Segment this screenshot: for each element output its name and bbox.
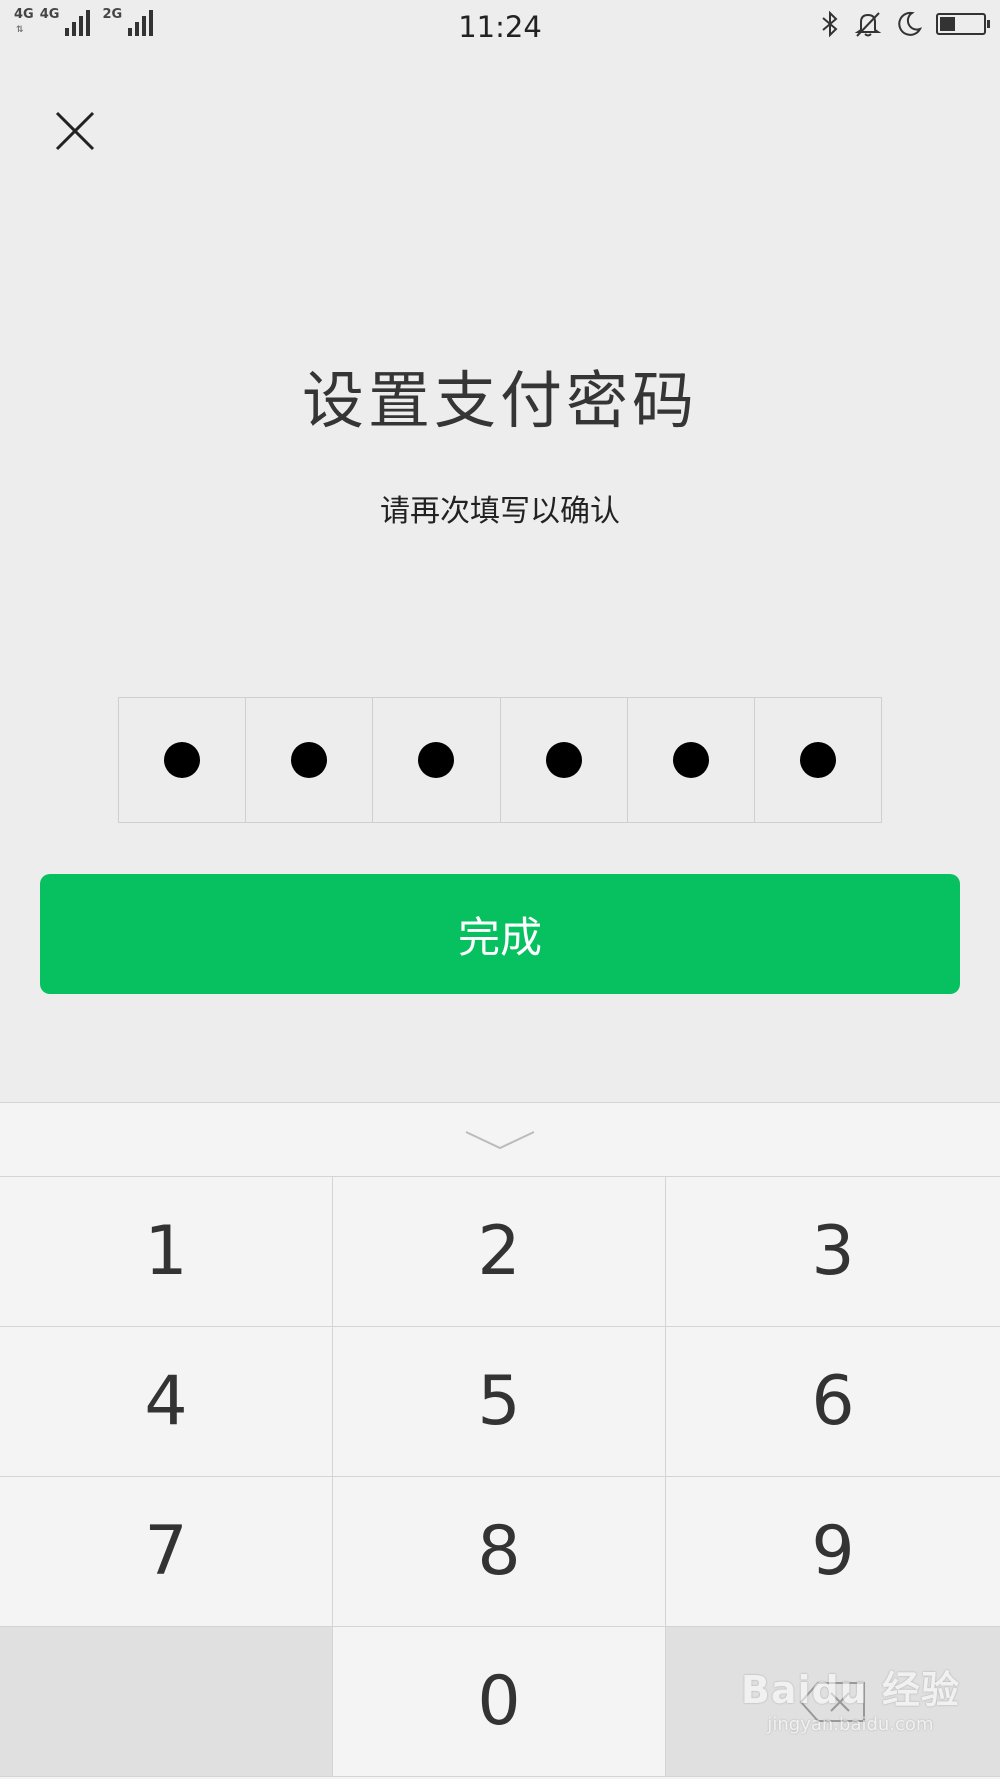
- key-3[interactable]: 3: [666, 1177, 1000, 1327]
- pin-cell: [246, 698, 374, 822]
- close-button[interactable]: [52, 108, 98, 154]
- done-button[interactable]: 完成: [40, 874, 960, 994]
- keyboard-collapse-button[interactable]: [0, 1103, 1000, 1177]
- status-icons: [820, 10, 990, 38]
- pin-dot-icon: [164, 742, 201, 778]
- key-5[interactable]: 5: [333, 1327, 666, 1477]
- key-6[interactable]: 6: [666, 1327, 1000, 1477]
- page-title: 设置支付密码: [301, 364, 698, 437]
- key-1[interactable]: 1: [0, 1177, 333, 1327]
- page-subtitle: 请再次填写以确认: [380, 494, 620, 529]
- key-0[interactable]: 0: [333, 1627, 666, 1777]
- pin-cell: [501, 698, 628, 822]
- key-7[interactable]: 7: [0, 1477, 333, 1627]
- moon-icon: [898, 11, 922, 36]
- numeric-keyboard: 1 2 3 4 5 6 7 8 9 0 Baidu 经验 jingyan.bai…: [0, 1102, 1000, 1779]
- key-9[interactable]: 9: [666, 1477, 1000, 1627]
- watermark-url: jingyan.baidu.com: [767, 1714, 934, 1735]
- pin-cell: [373, 698, 501, 822]
- key-2[interactable]: 2: [333, 1177, 666, 1327]
- chevron-down-icon: [465, 1130, 535, 1149]
- pin-dot-icon: [418, 742, 455, 778]
- pin-dot-icon: [799, 742, 836, 778]
- watermark-logo: Baidu 经验: [740, 1668, 960, 1712]
- status-bar: 4G ⇅ 4G 2G 11:24: [0, 0, 1000, 52]
- battery-level: [940, 17, 955, 31]
- battery-icon: [936, 13, 990, 35]
- pin-cell: [755, 698, 881, 822]
- pin-input[interactable]: [118, 697, 882, 823]
- key-empty: [0, 1627, 333, 1777]
- pin-dot-icon: [672, 742, 709, 778]
- pin-cell: [119, 698, 247, 822]
- pin-cell: [628, 698, 755, 822]
- key-8[interactable]: 8: [333, 1477, 666, 1627]
- key-4[interactable]: 4: [0, 1327, 333, 1477]
- pin-dot-icon: [545, 742, 582, 778]
- bell-muted-icon: [854, 12, 882, 37]
- bluetooth-icon: [822, 10, 838, 38]
- close-icon: [55, 111, 95, 151]
- pin-dot-icon: [291, 742, 328, 778]
- watermark: Baidu 经验 jingyan.baidu.com: [741, 1659, 960, 1735]
